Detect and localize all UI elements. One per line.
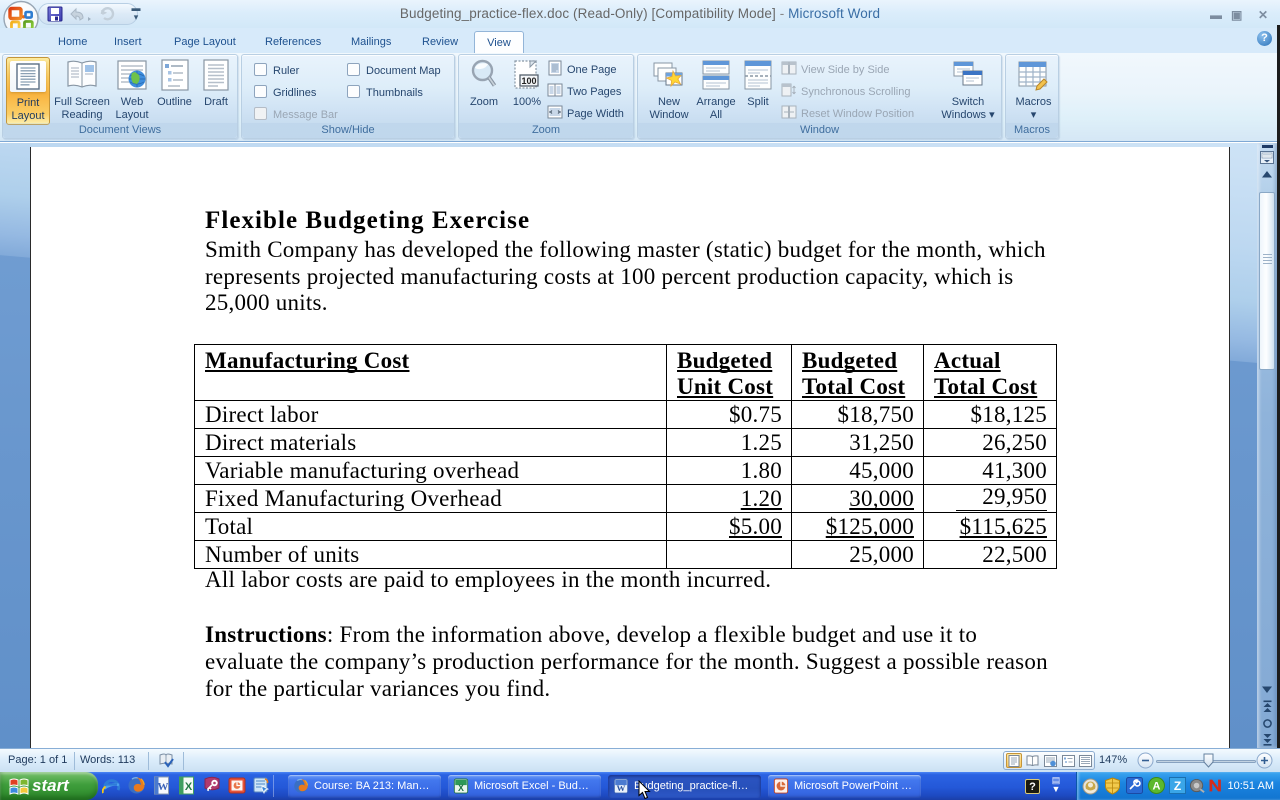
svg-text:X: X: [458, 783, 464, 793]
svg-text:W: W: [617, 783, 626, 793]
svg-text:W: W: [158, 781, 169, 793]
svg-text:Z: Z: [1174, 779, 1181, 793]
svg-text:100: 100: [521, 76, 536, 86]
svg-text:X: X: [185, 781, 193, 793]
svg-text:A: A: [1153, 781, 1161, 793]
